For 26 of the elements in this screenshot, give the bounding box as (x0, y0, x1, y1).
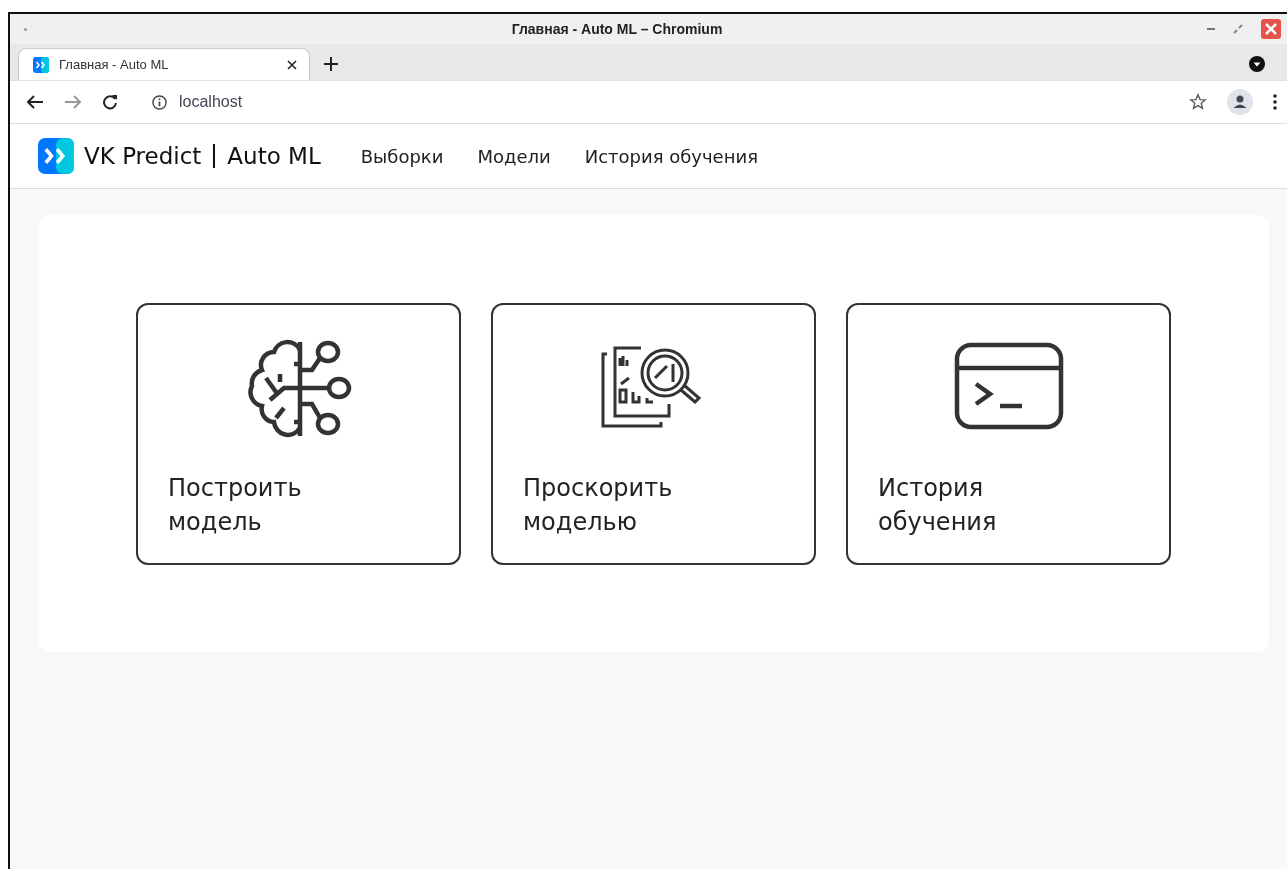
nav-link[interactable]: История обучения (584, 145, 758, 167)
forward-icon[interactable] (64, 94, 82, 110)
action-card[interactable]: Проскорить моделью (491, 303, 816, 565)
brand-name: VK Predict (84, 143, 202, 169)
terminal-icon (953, 342, 1064, 430)
nav-link[interactable]: Модели (477, 145, 551, 167)
profile-icon[interactable] (1227, 89, 1253, 115)
nav-link[interactable]: Выборки (360, 145, 444, 167)
action-card[interactable]: История обучения (846, 303, 1171, 565)
dropdown-icon[interactable] (1249, 56, 1265, 72)
product-name: Auto ML (227, 143, 321, 169)
star-icon[interactable] (1189, 93, 1207, 111)
close-icon[interactable] (287, 59, 297, 70)
info-icon[interactable] (152, 94, 167, 110)
address-field[interactable]: localhost (179, 93, 379, 111)
logo-icon (38, 138, 74, 174)
back-icon[interactable] (26, 94, 44, 110)
menu-icon[interactable] (1273, 94, 1277, 110)
plus-icon[interactable] (324, 57, 338, 71)
maximize-icon[interactable] (1233, 24, 1243, 34)
reload-icon[interactable] (102, 94, 118, 110)
window-title: Главная - Auto ML – Chromium (510, 21, 724, 37)
tab-title: Главная - Auto ML (59, 57, 170, 72)
logo-icon (33, 56, 49, 73)
action-card[interactable]: Построить модель (136, 303, 461, 565)
browser-tab[interactable]: Главная - Auto ML (18, 48, 310, 80)
